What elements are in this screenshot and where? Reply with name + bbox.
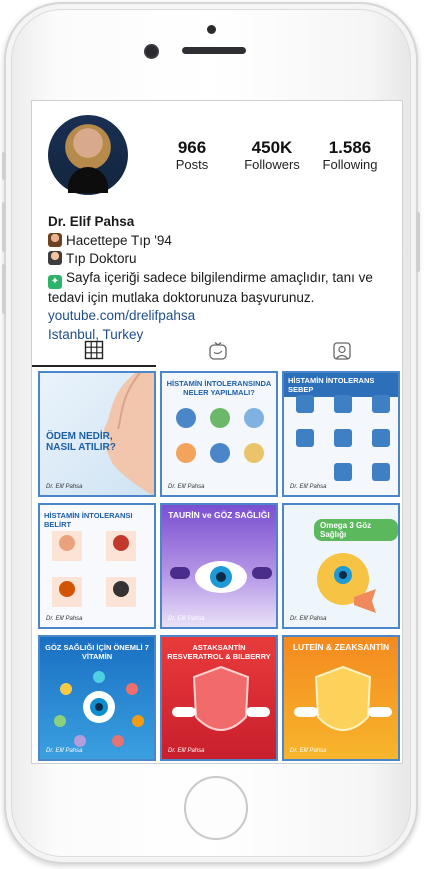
- symptoms-illustration: [52, 531, 136, 607]
- sensor-dot: [207, 25, 216, 34]
- bio-notice: ✦ Sayfa içeriği sadece bilgilendirme amaç…: [48, 269, 373, 305]
- post-signature: Dr. Elif Pahsa: [168, 748, 205, 754]
- bio-line-profession: Tıp Doktoru: [48, 250, 393, 269]
- post-tile[interactable]: ÖDEM NEDİR, NASIL ATILIR? Dr. Elif Pahsa: [38, 371, 156, 497]
- bio-line-university: Hacettepe Tıp '94: [48, 232, 393, 251]
- shield-illustration: [172, 665, 270, 731]
- post-tile[interactable]: ASTAKSANTİN RESVERATROL & BILBERRY Dr. E…: [160, 635, 278, 761]
- post-tile[interactable]: GÖZ SAĞLIĞI İÇİN ÖNEMLİ 7 VİTAMİN Dr. El…: [38, 635, 156, 761]
- food-icons-illustration: [176, 408, 264, 463]
- post-signature: Dr. Elif Pahsa: [290, 616, 327, 622]
- avatar[interactable]: [48, 115, 128, 195]
- profile-name: Dr. Elif Pahsa: [48, 214, 135, 229]
- earpiece-speaker: [182, 47, 246, 54]
- post-signature: Dr. Elif Pahsa: [290, 484, 327, 490]
- power-button: [416, 212, 420, 272]
- profile-link[interactable]: youtube.com/drelifpahsa: [48, 307, 393, 326]
- following-count: 1.586: [328, 138, 372, 157]
- volume-up-button: [2, 202, 6, 252]
- post-tile[interactable]: HİSTAMİN İNTOLERANS SEBEP Dr. Elif Pahsa: [282, 371, 400, 497]
- stat-posts[interactable]: 966 Posts: [160, 139, 224, 173]
- post-tile[interactable]: Omega 3 Göz Sağlığı Dr. Elif Pahsa: [282, 503, 400, 629]
- sparkle-emoji-icon: ✦: [48, 274, 62, 289]
- stat-following[interactable]: 1.586 Following: [312, 139, 388, 173]
- home-button[interactable]: [184, 776, 248, 840]
- shield-illustration: [294, 665, 392, 731]
- post-title: ÖDEM NEDİR, NASIL ATILIR?: [46, 431, 116, 453]
- profile-bio: Dr. Elif Pahsa Hacettepe Tıp '94 Tıp Dok…: [48, 213, 393, 344]
- causes-icons-illustration: [296, 395, 390, 481]
- tagged-icon: [333, 342, 351, 360]
- post-signature: Dr. Elif Pahsa: [168, 616, 205, 622]
- fish-eye-illustration: [317, 553, 376, 613]
- post-signature: Dr. Elif Pahsa: [46, 484, 83, 490]
- tab-igtv[interactable]: [156, 335, 280, 367]
- posts-label: Posts: [175, 157, 209, 172]
- stat-followers[interactable]: 450K Followers: [232, 139, 312, 173]
- doctor-emoji-icon: [48, 251, 62, 265]
- tab-tagged[interactable]: [280, 335, 402, 367]
- tab-grid[interactable]: [32, 335, 156, 367]
- post-signature: Dr. Elif Pahsa: [168, 484, 205, 490]
- vitamins-eye-illustration: [54, 671, 144, 747]
- grid-icon: [84, 340, 104, 360]
- post-signature: Dr. Elif Pahsa: [46, 616, 83, 622]
- volume-down-button: [2, 264, 6, 314]
- post-tile[interactable]: HİSTAMİN İNTOLERANSINDA NELER YAPILMALI?…: [160, 371, 278, 497]
- post-tile[interactable]: LUTEİN & ZEAKSANTİN Dr. Elif Pahsa: [282, 635, 400, 761]
- post-signature: Dr. Elif Pahsa: [46, 748, 83, 754]
- following-label: Following: [322, 157, 378, 172]
- post-tile[interactable]: TAURİN ve GÖZ SAĞLIĞI Dr. Elif Pahsa: [160, 503, 278, 629]
- post-grid: ÖDEM NEDİR, NASIL ATILIR? Dr. Elif Pahsa…: [38, 371, 400, 761]
- followers-count: 450K: [251, 138, 293, 157]
- post-tile[interactable]: HİSTAMİN İNTOLERANSI BELİRT Dr. Elif Pah…: [38, 503, 156, 629]
- profile-tabs: [32, 335, 402, 367]
- eye-illustration: [170, 561, 272, 593]
- followers-label: Followers: [244, 157, 300, 172]
- posts-count: 966: [177, 138, 207, 157]
- mute-switch: [2, 152, 6, 180]
- instagram-profile-screen: 966 Posts 450K Followers 1.586 Following…: [31, 100, 403, 764]
- igtv-icon: [209, 342, 227, 360]
- post-signature: Dr. Elif Pahsa: [290, 748, 327, 754]
- front-camera: [146, 46, 157, 57]
- doctor-emoji-icon: [48, 232, 62, 247]
